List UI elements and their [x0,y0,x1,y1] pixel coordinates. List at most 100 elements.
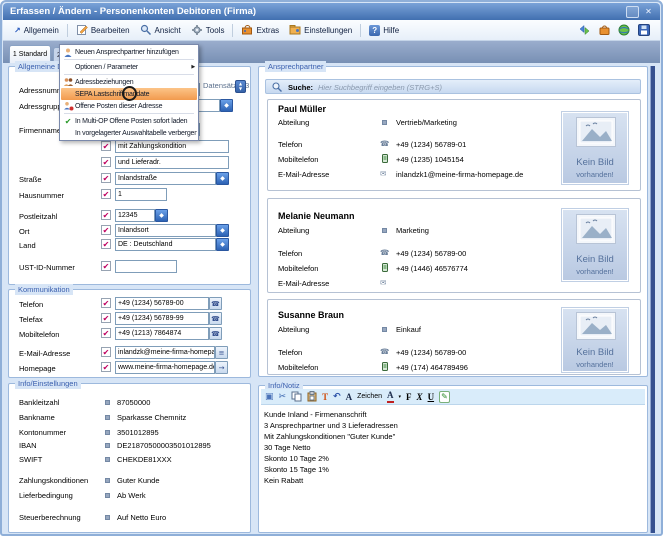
menu-einstellungen[interactable]: Einstellungen [284,22,357,38]
group-caption: Kommunikation [15,284,73,295]
firmenname-field-3[interactable]: und Lieferadr. [115,156,229,169]
telefax-field[interactable]: +49 (1234) 56789-99 [115,312,209,325]
photo-icon [576,214,616,244]
underline-icon[interactable]: U [428,390,435,404]
paste-icon[interactable] [307,391,317,402]
abteilung-value: Marketing [396,225,429,236]
globe-icon[interactable] [618,24,631,36]
photo-icon [576,117,616,147]
contact-card[interactable]: Paul Müller Abteilung Vertrieb/Marketing… [267,99,641,191]
copy-icon[interactable] [291,391,302,402]
land-field[interactable]: DE : Deutschland [115,238,216,251]
telefon-checkbox[interactable]: ✔ [101,298,111,308]
firmenname-label: Firmenname [19,125,61,136]
italic-icon[interactable]: X [417,390,423,404]
text-insert-icon[interactable]: T [322,390,328,404]
edit-note-icon[interactable]: ✎ [439,391,450,403]
cut-icon[interactable]: ✂ [279,390,287,404]
mobiltelefon-field[interactable]: +49 (1213) 7864874 [115,327,209,340]
close-icon[interactable]: ✕ [642,6,655,18]
font-color-caret-icon[interactable]: ▾ [399,390,402,404]
dial-fax-icon[interactable]: ☎ [209,312,222,325]
no-image-subtext: vorhanden! [563,170,627,179]
bold-icon[interactable]: F [406,390,412,404]
menu-item-auswahltabelle-verbergen[interactable]: In vorgelagerter Auswahltabelle verberge… [61,127,197,139]
email-menu-icon[interactable]: ≡ [215,346,228,359]
menu-item-label: In Multi-OP Offene Posten sofort laden [75,118,187,125]
mobiltelefon-checkbox[interactable]: ✔ [101,328,111,338]
dial-mobile-icon[interactable]: ☎ [209,327,222,340]
phone-icon[interactable]: ☎ [380,138,389,149]
menu-item-neuer-ansprechpartner[interactable]: Neuen Ansprechpartner hinzufügen [61,46,197,58]
phone-icon[interactable]: ☎ [380,247,389,258]
telefon-field[interactable]: +49 (1234) 56789-00 [115,297,209,310]
plz-checkbox[interactable]: ✔ [101,210,111,220]
contact-card[interactable]: Susanne Braun Abteilung Einkauf Telefon … [267,299,641,375]
homepage-checkbox[interactable]: ✔ [101,362,111,372]
package-icon[interactable] [598,24,611,36]
hausnummer-field[interactable]: 1 [115,188,167,201]
open-homepage-icon[interactable]: → [215,361,228,374]
menu-tools[interactable]: Tools [186,22,230,38]
menu-allgemein[interactable]: ↗ Allgemein [9,24,64,37]
save-icon[interactable] [638,24,650,36]
strasse-dropdown[interactable]: ◆ [216,172,229,185]
strasse-field[interactable]: Inlandstraße [115,172,216,185]
menu-item-offene-posten[interactable]: Offene Posten dieser Adresse [61,100,197,112]
menu-bearbeiten[interactable]: Bearbeiten [71,22,135,38]
email-label: E-Mail-Adresse [278,278,329,289]
panel-splitter[interactable]: ▲▼ [235,80,246,93]
ustid-checkbox[interactable]: ✔ [101,261,111,271]
envelope-icon[interactable]: ✉ [380,277,386,288]
contact-card[interactable]: Melanie Neumann Abteilung Marketing Tele… [267,198,641,293]
plz-field[interactable]: 12345 [115,209,155,222]
plz-dropdown[interactable]: ◆ [155,209,168,222]
ort-dropdown[interactable]: ◆ [216,224,229,237]
down-arrow-icon: ▼ [239,86,242,91]
note-textarea[interactable]: Kunde Inland - Firmenanschrift 3 Ansprec… [264,409,639,529]
mobiltelefon-label: Mobiltelefon [278,263,318,274]
firmenname-field-2[interactable]: mit Zahlungskondition [115,140,229,153]
mobile-phone-icon[interactable] [382,362,388,371]
menu-ansicht[interactable]: Ansicht [135,22,186,38]
toolbox-icon [241,24,253,36]
font-icon[interactable]: A [346,390,353,404]
mouse-cursor-ring [122,86,137,101]
email-checkbox[interactable]: ✔ [101,347,111,357]
search-bar[interactable]: Suche: Hier Suchbegriff eingeben (STRG+S… [265,79,641,94]
phone-icon[interactable]: ☎ [380,346,389,357]
menu-item-optionen-parameter[interactable]: Optionen / Parameter ▶ [61,61,197,73]
firmenname-checkbox-3[interactable]: ✔ [101,157,111,167]
menu-extras[interactable]: Extras [236,22,284,38]
land-checkbox[interactable]: ✔ [101,239,111,249]
menu-hilfe[interactable]: ? Hilfe [364,23,404,38]
homepage-field[interactable]: www.meine-firma-homepage.de [115,361,215,374]
refresh-icon[interactable] [578,24,591,36]
menubar-separator [232,24,233,37]
adressgruppe-dropdown[interactable]: ◆ [220,99,233,112]
frame-icon[interactable]: ▣ [265,390,274,404]
firmenname-checkbox-2[interactable]: ✔ [101,141,111,151]
telefax-checkbox[interactable]: ✔ [101,313,111,323]
strasse-checkbox[interactable]: ✔ [101,173,111,183]
envelope-icon[interactable]: ✉ [380,168,386,179]
dial-phone-icon[interactable]: ☎ [209,297,222,310]
menu-label: Bearbeiten [91,26,130,35]
titlebar[interactable]: Erfassen / Ändern - Personenkonten Debit… [3,3,660,20]
ort-checkbox[interactable]: ✔ [101,225,111,235]
hausnummer-checkbox[interactable]: ✔ [101,189,111,199]
zeichen-label[interactable]: Zeichen [357,390,382,404]
email-label: E-Mail-Adresse [278,169,329,180]
mobile-phone-icon[interactable] [382,154,388,163]
land-dropdown[interactable]: ◆ [216,238,229,251]
vertical-scrollbar[interactable] [650,66,655,533]
mobile-phone-icon[interactable] [382,263,388,272]
email-field[interactable]: inlandzk@meine-firma-homepage.de [115,346,215,359]
search-input[interactable]: Hier Suchbegriff eingeben (STRG+S) [318,82,442,93]
restore-icon[interactable] [626,6,639,18]
menu-item-multi-op-laden[interactable]: ✔ In Multi-OP Offene Posten sofort laden [61,115,197,127]
undo-icon[interactable]: ↶ [333,390,341,404]
font-color-icon[interactable]: A [387,390,394,403]
ustid-field[interactable] [115,260,177,273]
ort-field[interactable]: Inlandsort [115,224,216,237]
